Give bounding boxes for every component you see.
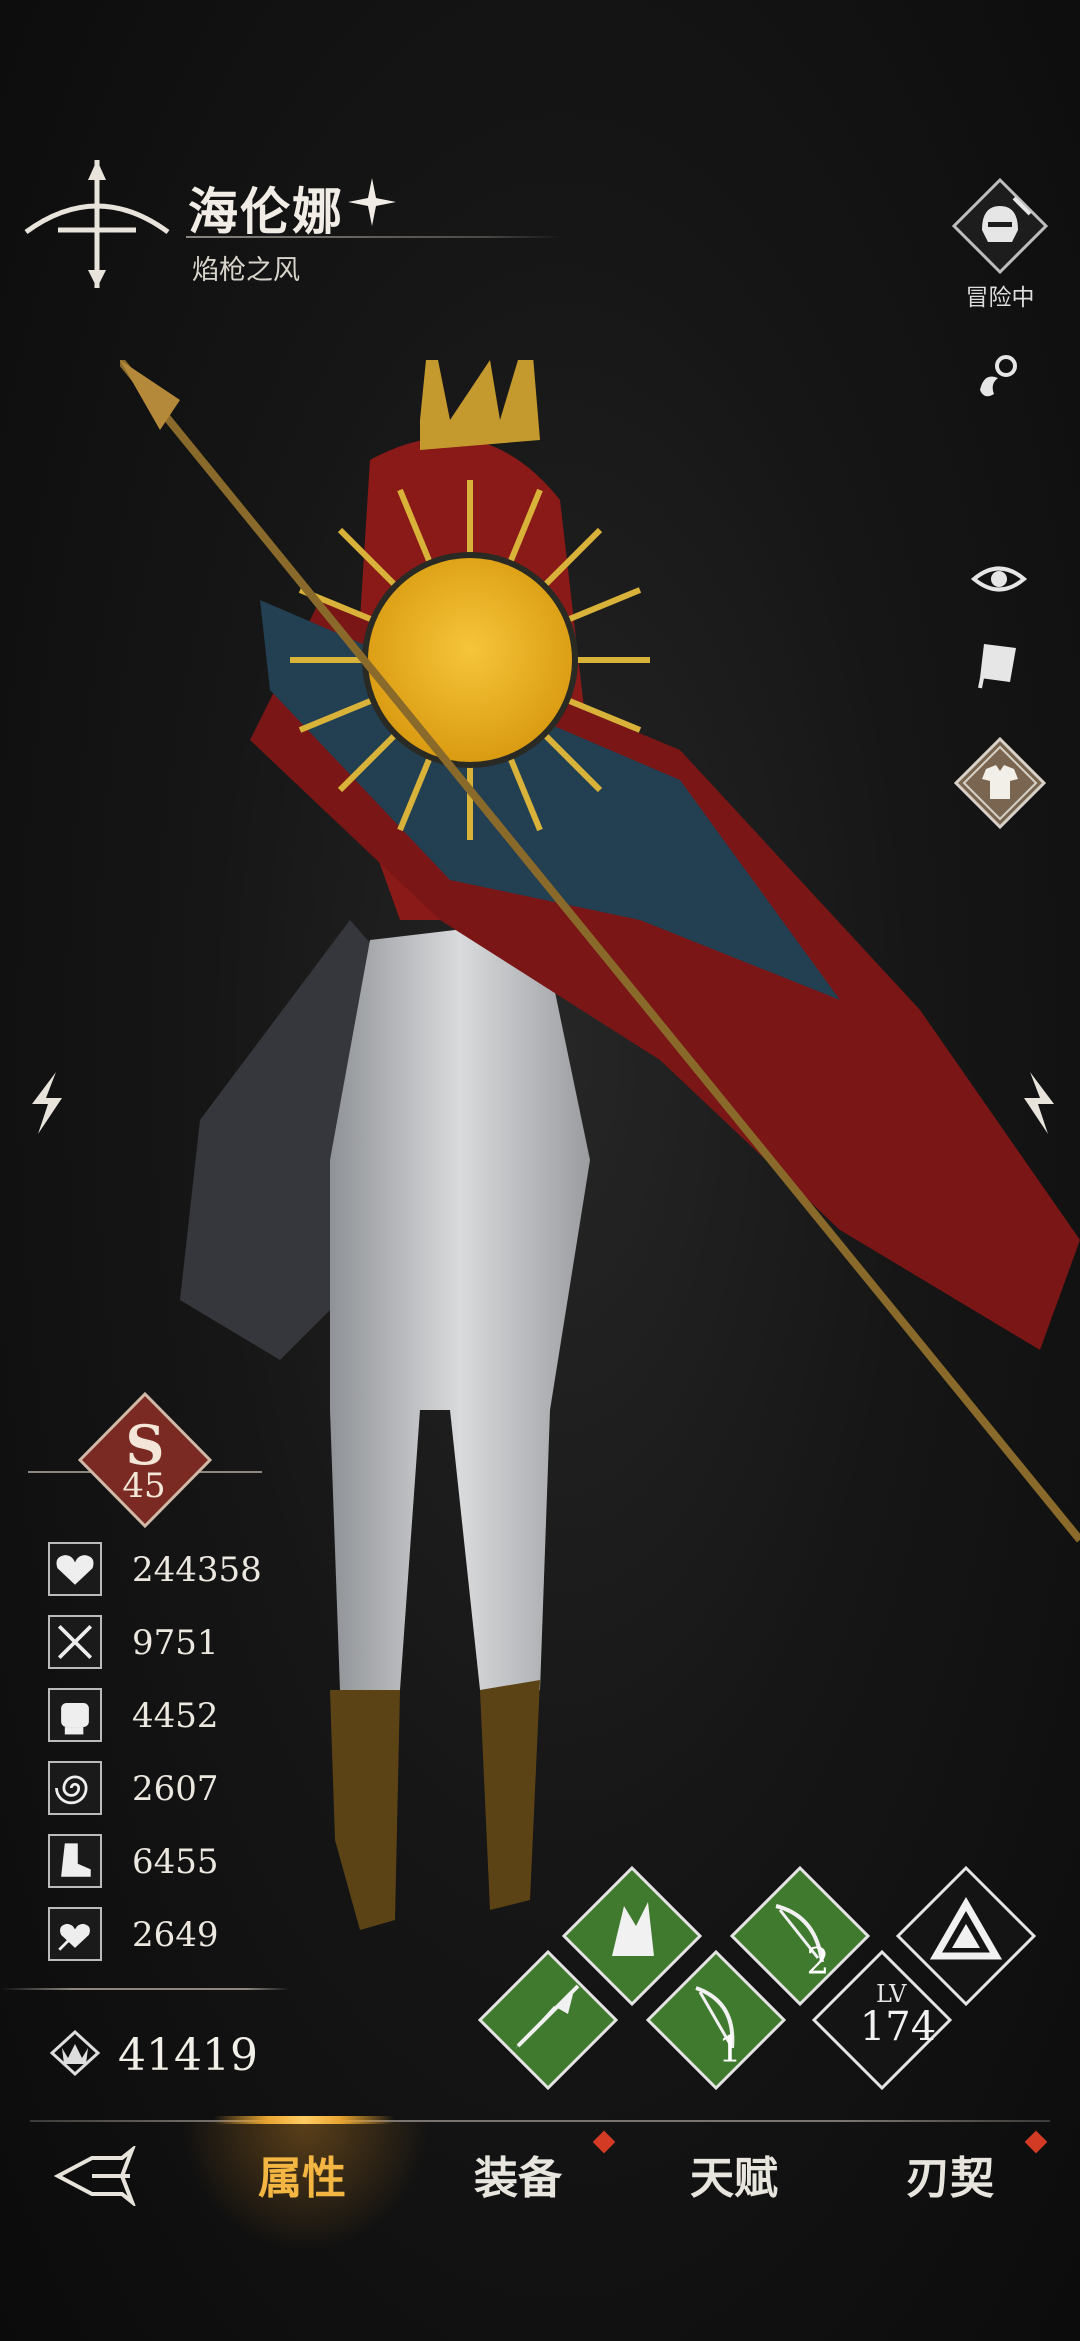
tab-attributes[interactable]: 属性	[222, 2142, 382, 2206]
stats-divider	[0, 1988, 290, 1990]
character-subtitle: 焰枪之风	[192, 255, 300, 286]
level-value: 174	[859, 2004, 937, 2050]
star-icon	[348, 178, 396, 226]
eye-icon[interactable]	[970, 550, 1028, 608]
back-icon[interactable]	[52, 2146, 138, 2206]
crossed-swords-icon	[48, 1615, 102, 1669]
rank-badge: S	[28, 1391, 262, 1529]
pin-social-icon[interactable]	[970, 350, 1028, 408]
boot-icon	[48, 1834, 102, 1888]
combat-power-value: 41419	[118, 2030, 258, 2081]
stat-row-speed: 6455	[48, 1834, 348, 1894]
skill-arrow-shot[interactable]	[478, 1950, 618, 2090]
heart-hand-icon	[48, 1907, 102, 1961]
title-divider	[186, 236, 562, 238]
crown-wings-icon	[49, 2029, 101, 2077]
spiral-icon	[48, 1761, 102, 1815]
fist-icon	[48, 1688, 102, 1742]
stat-row-spirit: 2607	[48, 1761, 348, 1821]
notebook-icon[interactable]	[970, 636, 1028, 694]
tab-talent[interactable]: 天赋	[654, 2142, 814, 2206]
skill-slot-1-number: 1	[719, 2030, 742, 2071]
swipe-left-icon[interactable]	[22, 1068, 72, 1138]
character-name: 海伦娜	[188, 182, 344, 241]
wardrobe-shirt-icon[interactable]	[952, 735, 1048, 831]
skill-slot-1-bow[interactable]: 1	[646, 1950, 786, 2090]
tab-blade-pact[interactable]: 刃契	[870, 2142, 1030, 2206]
adventure-status-label: 冒险中	[965, 285, 1035, 311]
stat-row-attack: 9751	[48, 1615, 348, 1675]
tab-equipment[interactable]: 装备	[438, 2142, 598, 2206]
stat-row-hp: 244358	[48, 1542, 348, 1602]
rank-level: 45	[122, 1466, 166, 1506]
swipe-right-icon[interactable]	[1014, 1068, 1064, 1138]
adventure-helmet-icon[interactable]	[952, 178, 1048, 274]
nav-divider	[30, 2120, 1050, 2122]
stat-row-strength: 4452	[48, 1688, 348, 1748]
stat-row-heal: 2649	[48, 1907, 348, 1967]
nav-active-indicator	[214, 2116, 394, 2124]
heart-icon	[48, 1542, 102, 1596]
bow-cross-emblem-icon	[24, 160, 170, 288]
